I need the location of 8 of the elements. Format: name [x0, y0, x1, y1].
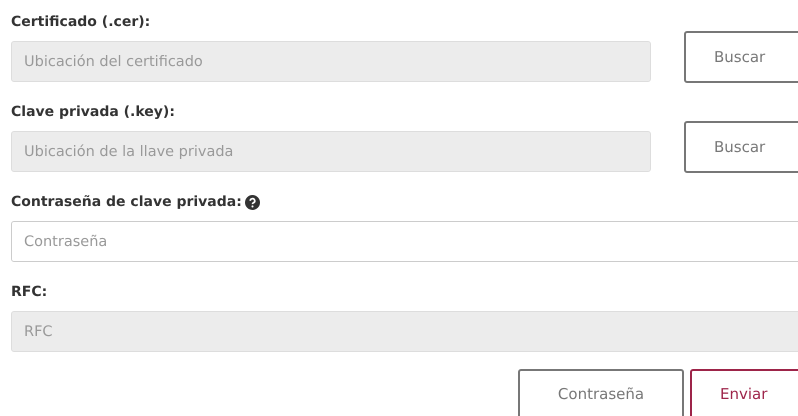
field-label: RFC: — [11, 284, 48, 300]
password-button[interactable]: Contraseña — [518, 369, 684, 416]
submit-button[interactable]: Enviar — [690, 369, 798, 416]
field-label: Contraseña de clave privada: — [11, 194, 242, 210]
help-icon[interactable] — [244, 194, 260, 210]
field-label: Certificado (.cer): — [11, 14, 150, 30]
input-field[interactable]: Contraseña — [11, 221, 798, 262]
field-label: Clave privada (.key): — [11, 104, 175, 120]
